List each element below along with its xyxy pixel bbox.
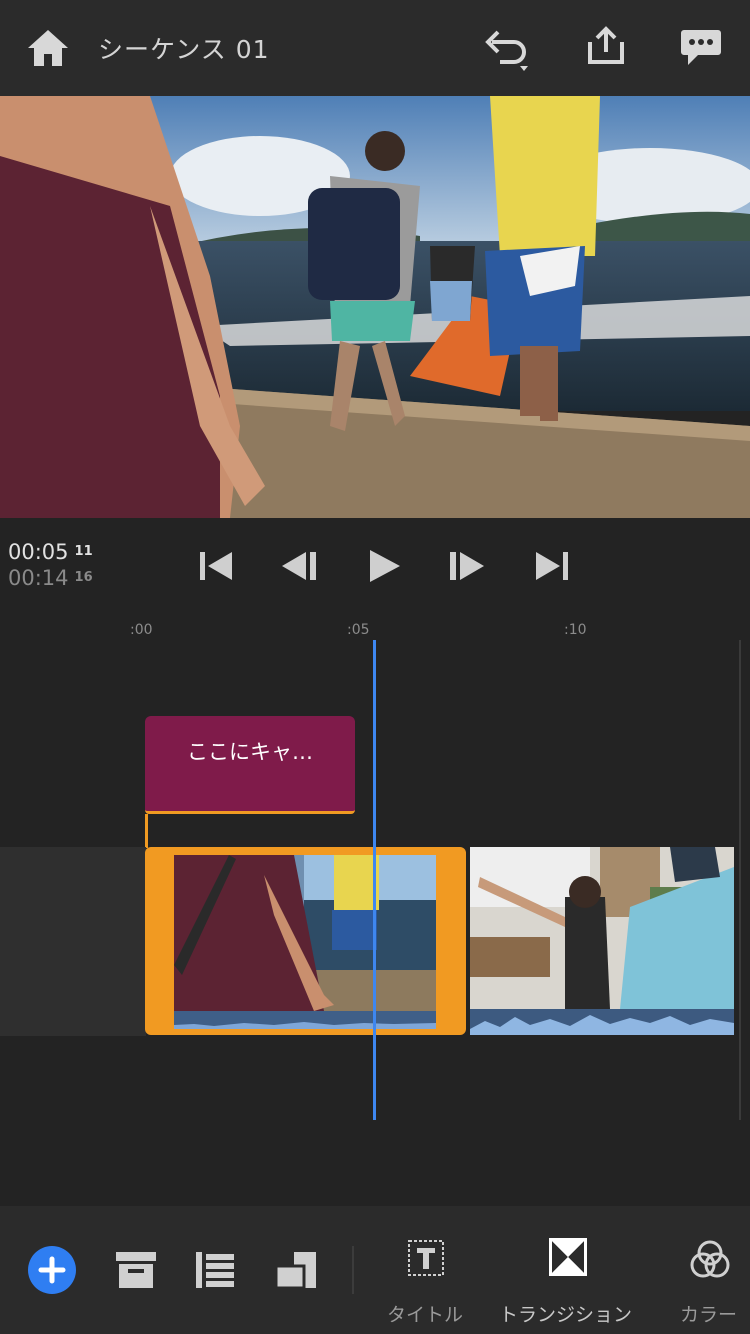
add-media-button[interactable]	[28, 1246, 76, 1294]
play-icon[interactable]	[364, 546, 404, 586]
playhead[interactable]	[373, 640, 376, 1120]
video-clip[interactable]	[470, 847, 734, 1035]
clip-link-line	[145, 814, 148, 848]
clip-audio-waveform	[174, 1011, 436, 1029]
tool-label-color[interactable]: カラー	[680, 1300, 737, 1327]
app-header: シーケンス 01	[0, 0, 750, 96]
undo-icon[interactable]	[484, 28, 532, 72]
feedback-icon[interactable]	[680, 28, 722, 68]
video-preview[interactable]	[0, 96, 750, 518]
video-clip-selected[interactable]	[145, 847, 466, 1035]
timecode-display: 00:05 11 00:14 16	[8, 540, 93, 590]
ruler-mark-0: :00	[130, 622, 153, 638]
timeline-scrollbar[interactable]	[739, 640, 741, 1120]
clip-thumbnail	[470, 847, 734, 1009]
caption-clip[interactable]: ここにキャ…	[145, 716, 355, 814]
archive-icon[interactable]	[116, 1252, 156, 1288]
sequence-title[interactable]: シーケンス 01	[98, 30, 270, 66]
duration-time: 00:14 16	[8, 566, 93, 590]
bottom-toolbar: タイトル トランジション カラー	[0, 1206, 750, 1334]
tool-label-transition[interactable]: トランジション	[499, 1300, 632, 1327]
home-icon[interactable]	[26, 28, 70, 68]
crop-layer-icon[interactable]	[276, 1252, 318, 1288]
step-back-icon[interactable]	[280, 546, 320, 586]
toolbar-divider	[352, 1246, 354, 1294]
video-track-header	[0, 847, 146, 1036]
color-icon[interactable]	[690, 1240, 730, 1278]
ruler-mark-10: :10	[564, 622, 587, 638]
current-time: 00:05 11	[8, 540, 93, 564]
align-left-icon[interactable]	[196, 1252, 234, 1288]
skip-to-start-icon[interactable]	[196, 546, 236, 586]
tool-label-title[interactable]: タイトル	[387, 1300, 463, 1327]
clip-audio-waveform	[470, 1009, 734, 1035]
clip-thumbnail	[174, 855, 436, 1011]
preview-frame-image	[0, 96, 750, 518]
ruler-mark-5: :05	[347, 622, 370, 638]
step-forward-icon[interactable]	[448, 546, 488, 586]
caption-clip-text: ここにキャ…	[187, 740, 313, 764]
transition-icon[interactable]	[549, 1238, 587, 1276]
plus-icon	[38, 1256, 66, 1284]
title-icon[interactable]	[408, 1240, 444, 1276]
share-icon[interactable]	[586, 26, 626, 66]
skip-to-end-icon[interactable]	[532, 546, 572, 586]
